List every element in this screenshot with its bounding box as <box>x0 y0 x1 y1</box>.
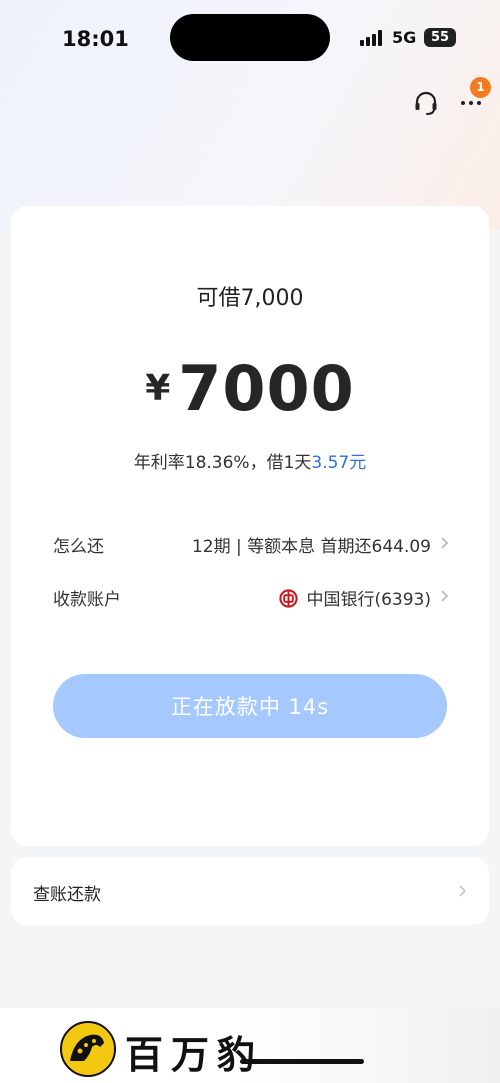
chevron-right-icon <box>441 537 449 549</box>
loan-card: 可借7,000 ¥7000 年利率18.36%，借1天3.57元 怎么还 12期… <box>11 206 489 846</box>
footer-fade <box>240 1008 500 1083</box>
home-indicator[interactable] <box>240 1059 364 1064</box>
chevron-right-icon <box>459 885 467 897</box>
bill-repayment-row[interactable]: 查账还款 <box>11 857 489 925</box>
currency-symbol: ¥ <box>145 368 171 409</box>
repayment-label: 怎么还 <box>53 537 104 557</box>
account-label: 收款账户 <box>53 590 121 610</box>
brand-footer: 百万豹 <box>0 1008 500 1083</box>
repayment-method-row[interactable]: 怎么还 12期 | 等额本息 首期还644.09 <box>53 528 451 558</box>
bank-of-china-icon <box>279 589 299 608</box>
battery-icon: 55 <box>424 28 456 47</box>
chevron-right-icon <box>441 590 449 602</box>
daily-interest: 3.57元 <box>311 453 367 473</box>
loan-amount[interactable]: ¥7000 <box>11 352 489 425</box>
repayment-value: 12期 | 等额本息 首期还644.09 <box>191 537 431 557</box>
network-type: 5G <box>392 28 417 47</box>
status-bar: 18:01 5G 55 <box>0 0 500 75</box>
available-quota: 可借7,000 <box>196 286 304 311</box>
interest-rate: 年利率18.36%，借1天3.57元 <box>11 448 489 473</box>
disbursing-button[interactable]: 正在放款中 14s <box>53 674 447 738</box>
dynamic-island <box>170 14 330 61</box>
bill-repayment-label: 查账还款 <box>33 885 101 905</box>
bank-name: 中国银行(6393) <box>306 590 431 610</box>
rate-text: 年利率18.36%，借1天 <box>133 453 312 473</box>
receiving-account-row[interactable]: 收款账户 中国银行(6393) <box>53 581 451 611</box>
notification-badge: 1 <box>470 77 491 98</box>
amount-value: 7000 <box>178 352 355 425</box>
brand-name: 百万豹 <box>125 1032 264 1077</box>
headset-icon[interactable] <box>413 90 439 116</box>
leopard-logo-icon <box>60 1021 116 1077</box>
account-value: 中国银行(6393) <box>279 585 431 610</box>
signal-icon <box>360 30 384 46</box>
status-time: 18:01 <box>62 27 129 51</box>
